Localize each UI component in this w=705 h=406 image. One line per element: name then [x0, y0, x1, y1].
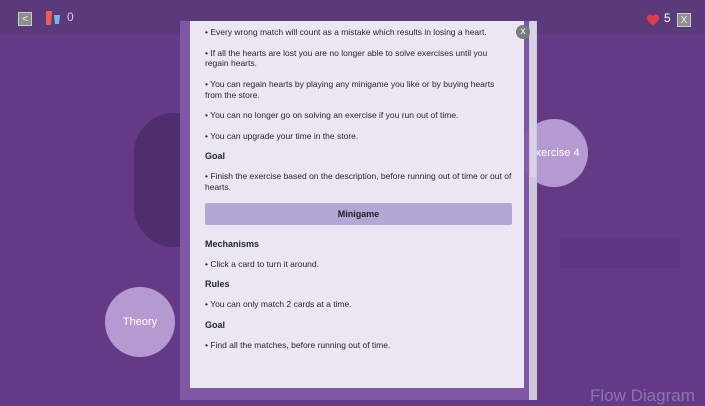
rules-title: Rules — [205, 279, 230, 290]
help-dialog: • Every wrong match will count as a mist… — [190, 21, 524, 388]
minigame-goal-text: • Find all the matches, before running o… — [205, 339, 391, 350]
minigame-goal-title: Goal — [205, 319, 226, 330]
hearts-count: 5 — [664, 11, 671, 25]
rule-wrong-match: • Every wrong match will count as a mist… — [205, 27, 487, 37]
rule-out-of-time: • You can no longer go on solving an exe… — [205, 110, 459, 121]
goal-text: • Finish the exercise based on the descr… — [205, 171, 512, 192]
flow-diagram-title: Flow Diagram — [590, 386, 695, 405]
mechanisms-text: • Click a card to turn it around. — [205, 258, 319, 269]
rule-regain-hearts: • You can regain hearts by playing any m… — [205, 78, 495, 100]
heart-icon — [646, 14, 660, 26]
rule-upgrade-time: • You can upgrade your time in the store… — [205, 130, 359, 141]
close-app-button[interactable]: X — [677, 13, 691, 27]
mechanisms-title: Mechanisms — [205, 238, 260, 249]
rules-text: • You can only match 2 cards at a time. — [205, 299, 352, 310]
goal-title: Goal — [205, 151, 226, 162]
rule-hearts-lost: • If all the hearts are lost you are no … — [205, 47, 488, 69]
back-button[interactable]: < — [18, 12, 32, 26]
broken-heart-icon — [46, 11, 60, 25]
background-band — [560, 238, 680, 268]
theory-node[interactable]: Theory — [105, 287, 175, 357]
streak-count: 0 — [67, 10, 74, 24]
dialog-scrollbar-thumb[interactable] — [530, 21, 536, 177]
minigame-header: Minigame — [205, 202, 512, 225]
close-dialog-button[interactable]: x — [516, 25, 530, 39]
